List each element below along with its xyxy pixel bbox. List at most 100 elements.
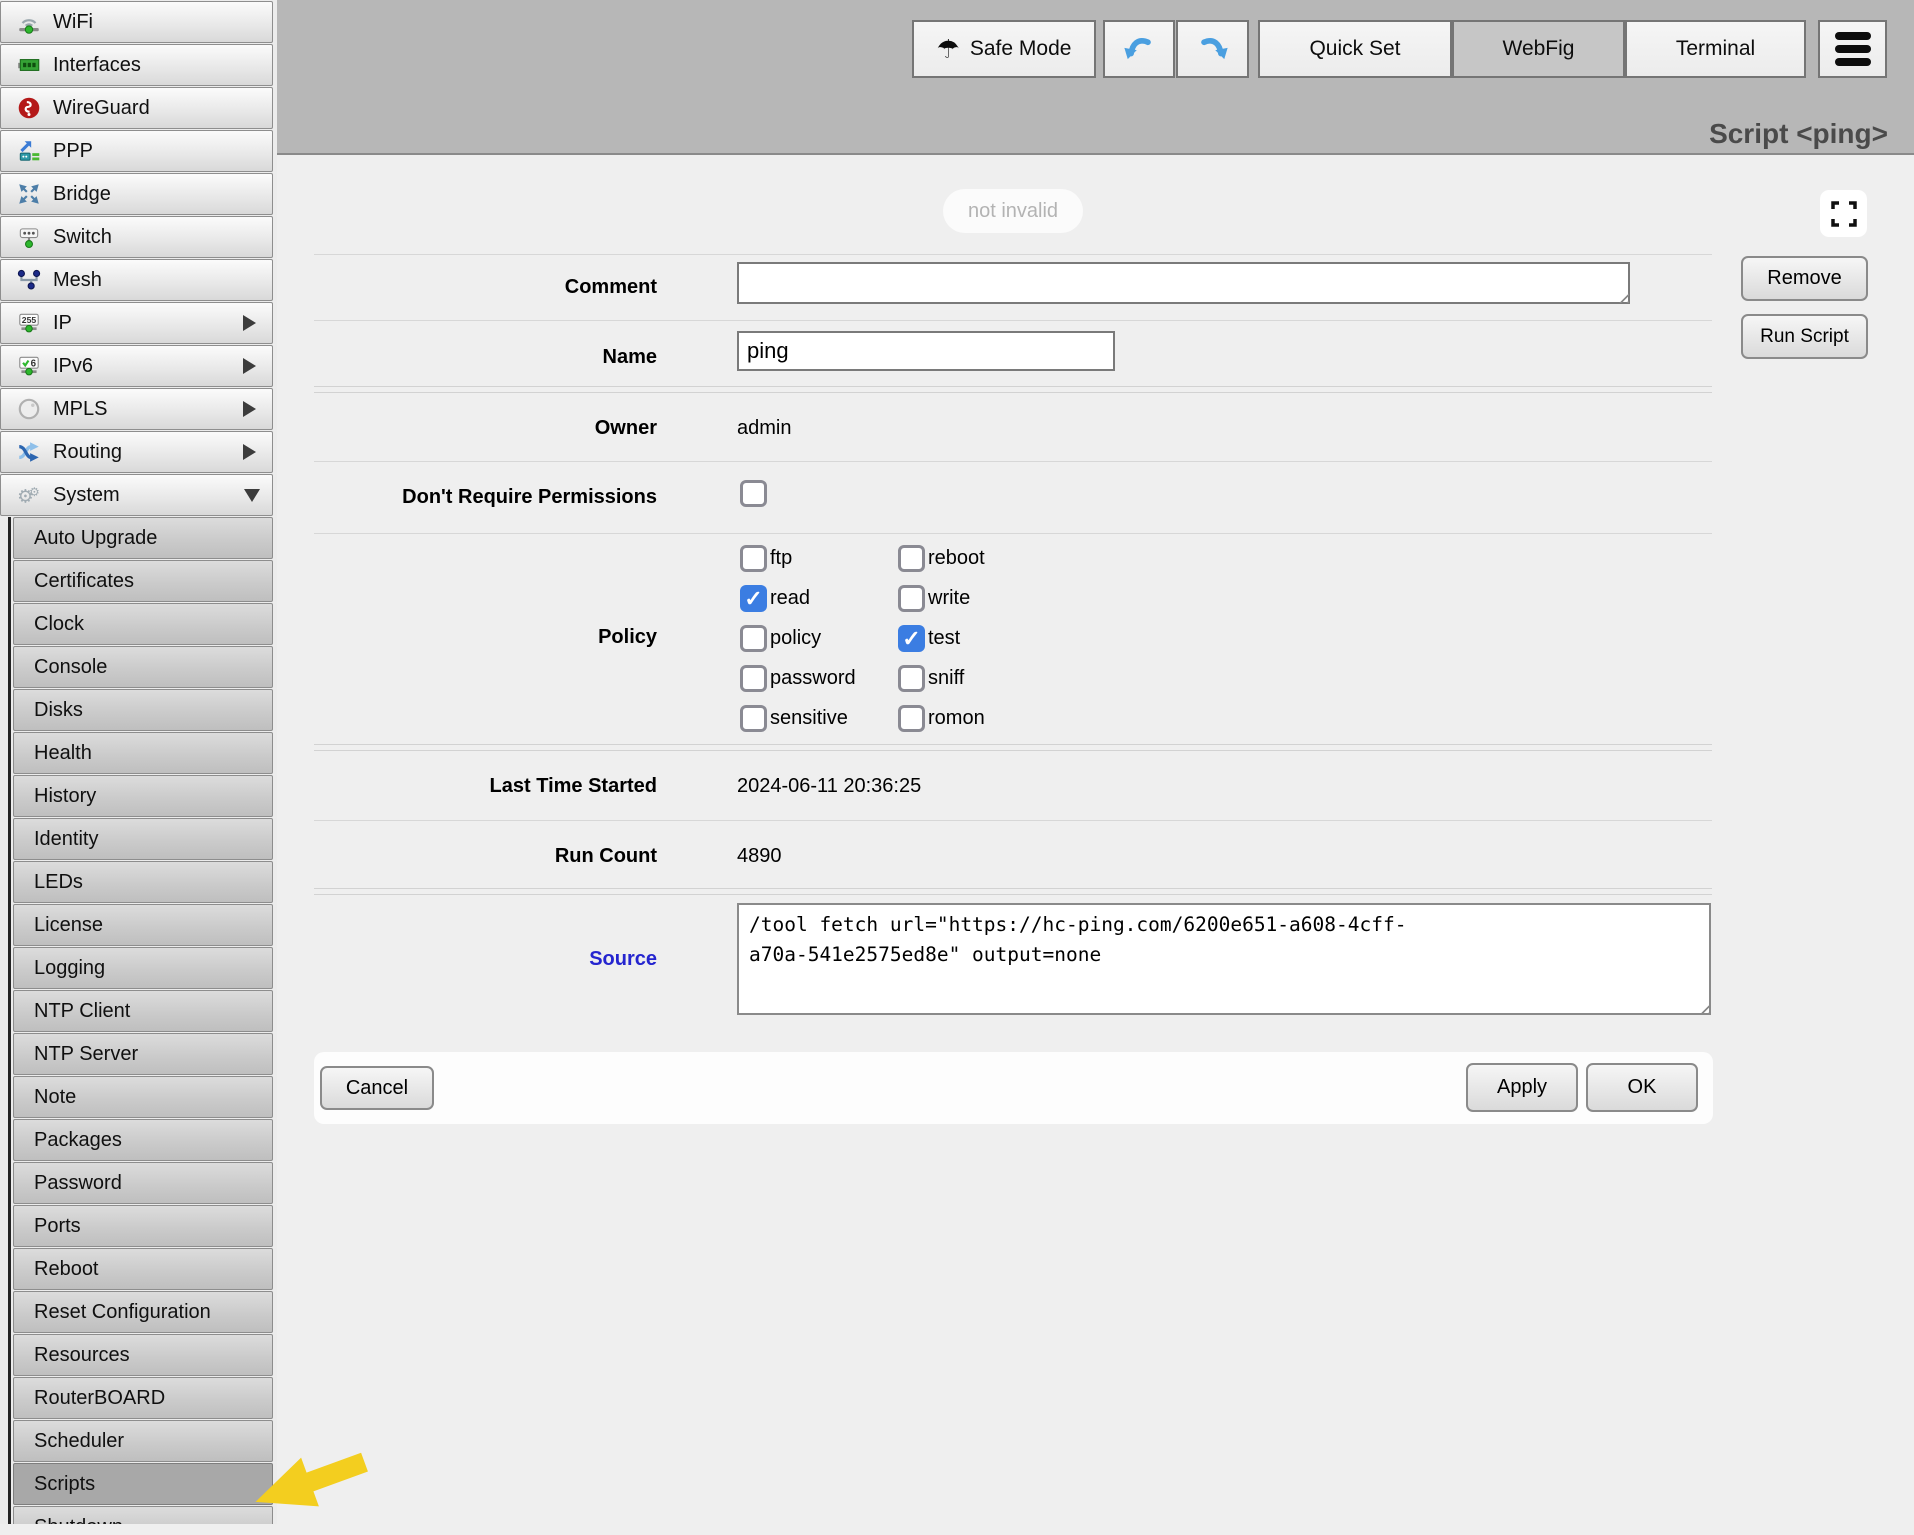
- umbrella-icon: ☂: [937, 36, 960, 62]
- sidebar-item-logging[interactable]: Logging: [13, 947, 273, 989]
- name-input[interactable]: [737, 331, 1115, 371]
- sidebar-item-routerboard[interactable]: RouterBOARD: [13, 1377, 273, 1419]
- sidebar-item-scripts[interactable]: Scripts: [13, 1463, 273, 1505]
- sidebar-item-ip[interactable]: 255IP: [0, 302, 273, 344]
- policy-option-label: ftp: [770, 547, 792, 570]
- routing-icon: [14, 439, 44, 465]
- sidebar-item-interfaces[interactable]: Interfaces: [0, 44, 273, 86]
- sidebar-item-ipv6[interactable]: 6IPv6: [0, 345, 273, 387]
- sidebar-item-reset-configuration[interactable]: Reset Configuration: [13, 1291, 273, 1333]
- chevron-down-icon: [244, 489, 260, 502]
- policy-option-read: read: [740, 585, 898, 612]
- sidebar-item-label: Mesh: [53, 269, 102, 292]
- policy-checkbox-write[interactable]: [898, 585, 925, 612]
- sidebar-item-auto-upgrade[interactable]: Auto Upgrade: [13, 517, 273, 559]
- policy-checkbox-reboot[interactable]: [898, 545, 925, 572]
- sidebar-item-ntp-client[interactable]: NTP Client: [13, 990, 273, 1032]
- source-label[interactable]: Source: [314, 948, 657, 971]
- sidebar-item-clock[interactable]: Clock: [13, 603, 273, 645]
- policy-option-label: reboot: [928, 547, 985, 570]
- policy-option-label: password: [770, 667, 856, 690]
- sidebar-item-wireguard[interactable]: WireGuard: [0, 87, 273, 129]
- sidebar-item-ppp[interactable]: PPP: [0, 130, 273, 172]
- policy-checkbox-ftp[interactable]: [740, 545, 767, 572]
- source-textarea[interactable]: /tool fetch url="https://hc-ping.com/620…: [737, 903, 1711, 1015]
- sidebar-item-identity[interactable]: Identity: [13, 818, 273, 860]
- sidebar-item-reboot[interactable]: Reboot: [13, 1248, 273, 1290]
- chevron-right-icon: [243, 358, 256, 374]
- chevron-right-icon: [243, 315, 256, 331]
- tab-terminal[interactable]: Terminal: [1625, 20, 1806, 78]
- sidebar-item-label: Packages: [34, 1129, 122, 1152]
- comment-input[interactable]: [737, 262, 1630, 304]
- dont-require-permissions-checkbox[interactable]: [740, 480, 767, 507]
- ok-button[interactable]: OK: [1586, 1063, 1698, 1112]
- sidebar-item-leds[interactable]: LEDs: [13, 861, 273, 903]
- quick-set-label: Quick Set: [1309, 37, 1400, 61]
- sidebar-item-scheduler[interactable]: Scheduler: [13, 1420, 273, 1462]
- menu-button[interactable]: [1818, 20, 1887, 78]
- policy-checkbox-sniff[interactable]: [898, 665, 925, 692]
- policy-checkbox-password[interactable]: [740, 665, 767, 692]
- policy-checkbox-romon[interactable]: [898, 705, 925, 732]
- sidebar-system-submenu: Auto Upgrade Certificates ClockConsole Disk…: [8, 517, 277, 1524]
- sidebar-item-note[interactable]: Note: [13, 1076, 273, 1118]
- sidebar-item-switch[interactable]: Switch: [0, 216, 273, 258]
- policy-option-sniff: sniff: [898, 665, 985, 692]
- comment-field-wrap: [737, 262, 1630, 304]
- sidebar-item-label: Health: [34, 742, 92, 765]
- sidebar-item-resources[interactable]: Resources: [13, 1334, 273, 1376]
- tab-webfig[interactable]: WebFig: [1452, 20, 1625, 78]
- sidebar-item-packages[interactable]: Packages: [13, 1119, 273, 1161]
- sidebar-item-console[interactable]: Console: [13, 646, 273, 688]
- sidebar-item-shutdown[interactable]: Shutdown: [13, 1506, 273, 1524]
- policy-checkbox-policy[interactable]: [740, 625, 767, 652]
- run-script-button[interactable]: Run Script: [1741, 314, 1868, 359]
- tab-quick-set[interactable]: Quick Set: [1258, 20, 1452, 78]
- apply-button[interactable]: Apply: [1466, 1063, 1578, 1112]
- policy-checkbox-test[interactable]: [898, 625, 925, 652]
- sidebar-item-system[interactable]: ⚙⚙System: [0, 474, 273, 516]
- divider: [314, 320, 1712, 321]
- system-icon: ⚙⚙: [14, 482, 44, 508]
- sidebar-item-disks[interactable]: Disks: [13, 689, 273, 731]
- chevron-right-icon: [243, 444, 256, 460]
- sidebar-item-certificates[interactable]: Certificates: [13, 560, 273, 602]
- divider: [314, 888, 1712, 895]
- sidebar-item-wifi[interactable]: WiFi: [0, 1, 273, 43]
- sidebar-item-routing[interactable]: Routing: [0, 431, 273, 473]
- sidebar-item-mesh[interactable]: Mesh: [0, 259, 273, 301]
- sidebar-item-label: Password: [34, 1172, 122, 1195]
- fullscreen-button[interactable]: [1820, 190, 1867, 237]
- sidebar-item-label: Routing: [53, 441, 122, 464]
- sidebar-item-ports[interactable]: Ports: [13, 1205, 273, 1247]
- svg-text:255: 255: [22, 315, 37, 325]
- remove-button[interactable]: Remove: [1741, 256, 1868, 301]
- sidebar-item-license[interactable]: License: [13, 904, 273, 946]
- sidebar-item-ntp-server[interactable]: NTP Server: [13, 1033, 273, 1075]
- sidebar-item-history[interactable]: History: [13, 775, 273, 817]
- safe-mode-button[interactable]: ☂ Safe Mode: [912, 20, 1096, 78]
- sidebar-item-label: Disks: [34, 699, 83, 722]
- policy-checkbox-sensitive[interactable]: [740, 705, 767, 732]
- sidebar-item-health[interactable]: Health: [13, 732, 273, 774]
- cancel-button[interactable]: Cancel: [320, 1066, 434, 1110]
- sidebar-item-label: IPv6: [53, 355, 93, 378]
- sidebar-item-label: WireGuard: [53, 97, 150, 120]
- policy-option-label: sensitive: [770, 707, 848, 730]
- ip-icon: 255: [14, 310, 44, 336]
- sidebar-item-mpls[interactable]: MPLS: [0, 388, 273, 430]
- policy-option-label: test: [928, 627, 960, 650]
- last-time-started-label: Last Time Started: [314, 775, 657, 798]
- redo-button[interactable]: [1176, 20, 1249, 78]
- sidebar-item-label: Certificates: [34, 570, 134, 593]
- sidebar-item-bridge[interactable]: Bridge: [0, 173, 273, 215]
- mpls-icon: [14, 396, 44, 422]
- policy-option-test: test: [898, 625, 985, 652]
- last-time-started-value: 2024-06-11 20:36:25: [737, 775, 921, 798]
- sidebar-item-label: Reboot: [34, 1258, 99, 1281]
- sidebar-item-password[interactable]: Password: [13, 1162, 273, 1204]
- undo-button[interactable]: [1103, 20, 1175, 78]
- sidebar-item-label: License: [34, 914, 103, 937]
- policy-checkbox-read[interactable]: [740, 585, 767, 612]
